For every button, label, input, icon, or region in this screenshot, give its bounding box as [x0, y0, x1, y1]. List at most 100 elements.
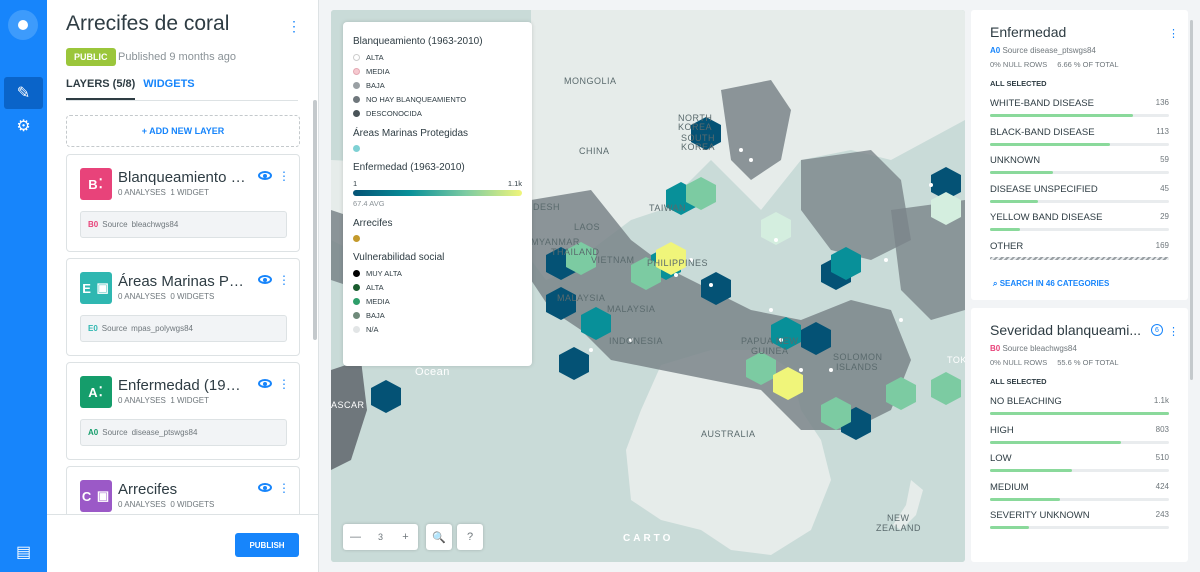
widget-stats: 0% NULL ROWS 6.66 % OF TOTAL	[990, 60, 1119, 69]
map-label-malaysia: MALAYSIA	[557, 293, 606, 303]
zoom-out-button[interactable]: —	[343, 531, 368, 543]
public-badge[interactable]: PUBLIC	[66, 48, 116, 66]
category-row[interactable]: LOW 510	[990, 453, 1169, 472]
category-value: 424	[1155, 481, 1169, 491]
category-value: 136	[1155, 98, 1169, 107]
map-canvas[interactable]: MONGOLIA CHINA NORTH KOREA SOUTH KOREA T…	[331, 10, 965, 562]
search-categories-link[interactable]: ⌕ SEARCH IN 46 CATEGORIES	[993, 279, 1109, 289]
layer-name[interactable]: Enfermedad (1963-...	[118, 377, 248, 394]
map-legend: Blanqueamiento (1963-2010) ALTA MEDIA BA…	[343, 22, 532, 366]
map-label-china: CHINA	[579, 146, 610, 156]
category-row[interactable]: UNKNOWN 59	[990, 155, 1169, 174]
visibility-eye-icon[interactable]	[258, 171, 272, 180]
widget-bleaching: Severidad blanqueami... 6 ⋮ B0 Source bl…	[971, 308, 1188, 562]
zoom-in-button[interactable]: +	[393, 531, 418, 543]
layer-name[interactable]: Arrecifes	[118, 481, 177, 498]
widget-kebab-icon[interactable]: ⋮	[1168, 325, 1179, 338]
category-row[interactable]: SEVERITY UNKNOWN 243	[990, 510, 1169, 529]
map-title[interactable]: Arrecifes de coral	[66, 12, 229, 36]
legend-item: MEDIA	[353, 67, 522, 76]
legend-swatch	[353, 68, 360, 75]
layer-name[interactable]: Áreas Marinas Prot...	[118, 273, 248, 290]
legend-swatch	[353, 54, 360, 61]
nav-rail: ✎ ⚙ ▤	[0, 0, 47, 572]
help-button[interactable]: ?	[457, 524, 483, 550]
visibility-eye-icon[interactable]	[258, 483, 272, 492]
category-row[interactable]: MEDIUM 424	[990, 482, 1169, 501]
category-row[interactable]: DISEASE UNSPECIFIED 45	[990, 184, 1169, 203]
layer-meta: 0 ANALYSES 1 WIDGET	[118, 188, 210, 197]
publish-button[interactable]: PUBLISH	[235, 533, 299, 557]
tab-widgets[interactable]: WIDGETS	[143, 78, 194, 100]
layer-options-kebab-icon[interactable]: ⋮	[278, 273, 290, 287]
category-bar-fill	[990, 199, 1039, 203]
legend-swatch	[353, 235, 360, 242]
category-row[interactable]: HIGH 803	[990, 425, 1169, 444]
legend-disease-title: Enfermedad (1963-2010)	[353, 162, 465, 173]
tabs-divider	[66, 100, 298, 101]
map-label-guinea: GUINEA	[751, 346, 789, 356]
category-bar-fill	[990, 526, 1030, 529]
layer-source[interactable]: E0 Source mpas_polywgs84	[80, 315, 287, 342]
category-name: YELLOW BAND DISEASE	[990, 212, 1103, 223]
visibility-eye-icon[interactable]	[258, 275, 272, 284]
widget-source: A0 Source disease_ptswgs84	[990, 46, 1096, 55]
category-row[interactable]: YELLOW BAND DISEASE 29	[990, 212, 1169, 231]
category-name: HIGH	[990, 424, 1014, 436]
category-name: MEDIUM	[990, 481, 1029, 493]
layer-source[interactable]: A0 Source disease_ptswgs84	[80, 419, 287, 446]
panel-scrollbar[interactable]	[313, 100, 317, 340]
map-label-islands: ISLANDS	[836, 362, 879, 372]
map-label-malaysia-2: MALAYSIA	[607, 304, 656, 314]
legend-swatch	[353, 145, 360, 152]
layer-options-kebab-icon[interactable]: ⋮	[278, 169, 290, 183]
map-label-zealand: ZEALAND	[876, 523, 922, 533]
search-icon[interactable]: 🔍	[426, 524, 452, 550]
map-label-north-korea-2: KOREA	[678, 122, 713, 132]
category-bar-fill	[990, 469, 1073, 472]
layer-source[interactable]: B0 Source bleachwgs84	[80, 211, 287, 238]
legend-swatch	[353, 270, 360, 277]
chat-icon[interactable]: ▤	[4, 536, 43, 568]
legend-mpa-title: Áreas Marinas Protegidas	[353, 128, 469, 139]
legend-swatch	[353, 82, 360, 89]
category-bar-track	[990, 256, 1169, 260]
widgets-scrollbar[interactable]	[1190, 20, 1193, 380]
widget-disease: Enfermedad ⋮ A0 Source disease_ptswgs84 …	[971, 10, 1188, 300]
category-value: 113	[1156, 126, 1169, 136]
category-bar-fill	[990, 256, 1169, 260]
category-row[interactable]: NO BLEACHING 1.1k	[990, 396, 1169, 415]
legend-swatch	[353, 110, 360, 117]
layer-name[interactable]: Blanqueamiento (1...	[118, 169, 248, 186]
legend-swatch	[353, 312, 360, 319]
layer-letter-badge: C ▣	[80, 480, 112, 512]
map-label-ascar: ASCAR	[331, 400, 365, 410]
category-value: 1.1k	[1153, 396, 1169, 405]
layer-card-bleaching[interactable]: B ⁚ Blanqueamiento (1... 0 ANALYSES 1 WID…	[66, 154, 300, 252]
widget-count-badge[interactable]: 6	[1151, 324, 1163, 336]
category-row[interactable]: WHITE-BAND DISEASE 136	[990, 98, 1169, 117]
layer-options-kebab-icon[interactable]: ⋮	[278, 481, 290, 495]
category-bar-fill	[990, 142, 1110, 146]
panel-footer: PUBLISH	[47, 514, 318, 572]
map-options-kebab-icon[interactable]: ⋮	[287, 18, 301, 35]
category-row[interactable]: BLACK-BAND DISEASE 113	[990, 127, 1169, 146]
visibility-eye-icon[interactable]	[258, 379, 272, 388]
map-label-indonesia: INDONESIA	[609, 336, 664, 346]
carto-logo-icon[interactable]	[8, 10, 38, 40]
settings-sliders-icon[interactable]: ⚙	[4, 110, 43, 142]
widget-kebab-icon[interactable]: ⋮	[1168, 27, 1179, 40]
category-bar-track	[990, 469, 1169, 472]
category-name: LOW	[990, 453, 1012, 464]
widget-title: Enfermedad	[990, 24, 1067, 40]
legend-item: ALTA	[353, 283, 522, 292]
layer-card-mpa[interactable]: E ▣ Áreas Marinas Prot... 0 ANALYSES 0 W…	[66, 258, 300, 356]
add-layer-button[interactable]: + ADD NEW LAYER	[66, 115, 300, 147]
map-label-taiwan: TAIWAN	[649, 203, 686, 213]
layer-card-disease[interactable]: A ⁚ Enfermedad (1963-... 0 ANALYSES 1 WID…	[66, 362, 300, 460]
edit-icon[interactable]: ✎	[4, 77, 43, 109]
category-name: UNKNOWN	[990, 155, 1041, 166]
category-row[interactable]: OTHER 169	[990, 241, 1169, 260]
tab-layers[interactable]: LAYERS (5/8)	[66, 78, 136, 100]
layer-options-kebab-icon[interactable]: ⋮	[278, 377, 290, 391]
